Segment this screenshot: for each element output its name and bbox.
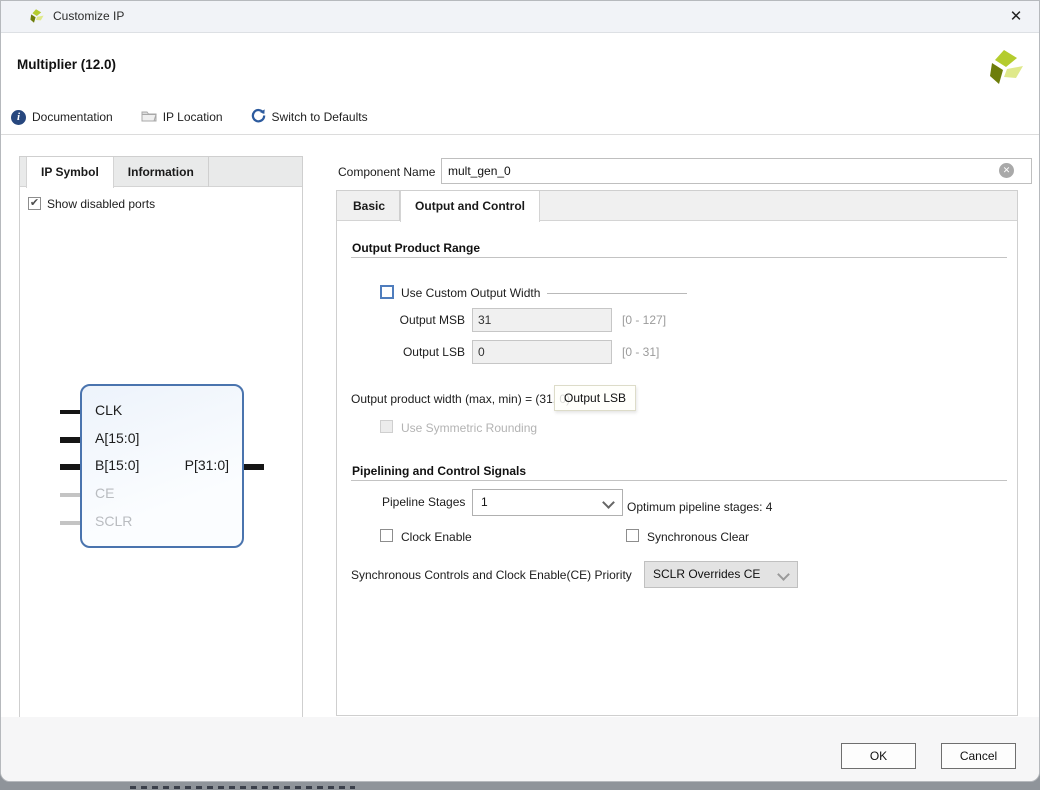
taskbar-artifact <box>130 786 355 789</box>
tab-ip-symbol[interactable]: IP Symbol <box>26 157 114 188</box>
port-label-p: P[31:0] <box>185 457 229 473</box>
toolbar: i Documentation IP Location <box>9 105 370 129</box>
p-port-stub <box>243 464 264 470</box>
ip-location-label: IP Location <box>163 110 223 124</box>
section-output-product-range: Output Product Range <box>352 241 480 255</box>
optimum-pipeline-text: Optimum pipeline stages: 4 <box>627 500 772 514</box>
ok-button[interactable]: OK <box>841 743 916 769</box>
use-custom-output-width-checkbox[interactable] <box>380 285 394 299</box>
close-icon[interactable]: ✕ <box>1005 6 1027 28</box>
ip-symbol-diagram: CLK A[15:0] B[15:0] CE SCLR P[31:0] <box>80 384 244 548</box>
documentation-label: Documentation <box>32 110 113 124</box>
use-custom-output-width-label: Use Custom Output Width <box>401 286 540 300</box>
section-pipelining: Pipelining and Control Signals <box>352 464 526 478</box>
b-port-stub <box>60 464 81 470</box>
a-port-stub <box>60 437 81 443</box>
pipeline-stages-value: 1 <box>481 495 488 509</box>
tab-information[interactable]: Information <box>114 157 209 187</box>
chevron-down-icon <box>777 568 790 581</box>
ip-location-button[interactable]: IP Location <box>139 106 225 128</box>
section-rule <box>351 257 1007 258</box>
xilinx-logo-icon <box>28 8 44 29</box>
width-text-prefix: Output product width (max, min) = <box>351 392 535 406</box>
clk-port-stub <box>60 410 81 414</box>
port-label-sclr: SCLR <box>95 513 132 529</box>
port-label-b: B[15:0] <box>95 457 139 473</box>
switch-to-defaults-label: Switch to Defaults <box>272 110 368 124</box>
tab-basic[interactable]: Basic <box>339 191 400 221</box>
label-underline <box>547 293 687 294</box>
use-symmetric-rounding-label: Use Symmetric Rounding <box>401 421 537 435</box>
priority-label: Synchronous Controls and Clock Enable(CE… <box>351 568 632 582</box>
pipeline-stages-dropdown[interactable]: 1 <box>472 489 623 516</box>
port-label-ce: CE <box>95 485 114 501</box>
priority-dropdown: SCLR Overrides CE <box>644 561 798 588</box>
page-title: Multiplier (12.0) <box>17 57 116 72</box>
synchronous-clear-checkbox[interactable] <box>626 529 639 542</box>
title-bar: Customize IP ✕ <box>1 1 1039 33</box>
output-msb-range: [0 - 127] <box>622 313 666 327</box>
component-name-label: Component Name <box>338 165 435 179</box>
tab-output-and-control[interactable]: Output and Control <box>400 191 540 222</box>
port-label-clk: CLK <box>95 402 122 418</box>
pipeline-stages-label: Pipeline Stages <box>382 495 465 509</box>
folder-icon <box>141 109 157 125</box>
switch-to-defaults-button[interactable]: Switch to Defaults <box>249 105 370 129</box>
use-symmetric-rounding-checkbox <box>380 420 393 433</box>
show-disabled-ports-checkbox[interactable]: ✔ <box>28 197 41 210</box>
customize-ip-dialog: Customize IP ✕ Multiplier (12.0) i Docum… <box>0 0 1040 782</box>
chevron-down-icon <box>602 496 615 509</box>
section-rule <box>351 480 1007 481</box>
port-label-a: A[15:0] <box>95 430 139 446</box>
output-lsb-range: [0 - 31] <box>622 345 659 359</box>
clock-enable-checkbox[interactable] <box>380 529 393 542</box>
output-lsb-input <box>472 340 612 364</box>
output-msb-input <box>472 308 612 332</box>
priority-value: SCLR Overrides CE <box>653 567 760 581</box>
output-product-width-text: Output product width (max, min) = (31, 0… <box>351 392 570 406</box>
xilinx-logo-icon <box>984 47 1024 92</box>
toolbar-separator <box>1 134 1039 135</box>
cancel-button[interactable]: Cancel <box>941 743 1016 769</box>
clear-input-icon[interactable]: ✕ <box>999 163 1014 178</box>
configuration-panel: BasicOutput and Control Output Product R… <box>336 190 1018 716</box>
component-name-input[interactable] <box>441 158 1032 184</box>
documentation-button[interactable]: i Documentation <box>9 107 115 128</box>
clock-enable-label: Clock Enable <box>401 530 472 544</box>
ce-port-stub <box>60 493 81 497</box>
main-tabstrip: BasicOutput and Control <box>337 191 1017 221</box>
refresh-icon <box>251 108 266 126</box>
ip-symbol-panel: IP SymbolInformation ✔ Show disabled por… <box>19 156 303 718</box>
dialog-footer: OK Cancel <box>1 717 1039 781</box>
left-tabstrip: IP SymbolInformation <box>20 157 302 187</box>
show-disabled-ports-label: Show disabled ports <box>47 197 155 211</box>
desktop-background: Customize IP ✕ Multiplier (12.0) i Docum… <box>0 0 1040 790</box>
output-lsb-tooltip: Output LSB <box>554 385 636 411</box>
sclr-port-stub <box>60 521 81 525</box>
info-icon: i <box>11 110 26 125</box>
output-msb-label: Output MSB <box>377 313 465 327</box>
output-lsb-label: Output LSB <box>377 345 465 359</box>
synchronous-clear-label: Synchronous Clear <box>647 530 749 544</box>
window-title: Customize IP <box>53 1 124 32</box>
